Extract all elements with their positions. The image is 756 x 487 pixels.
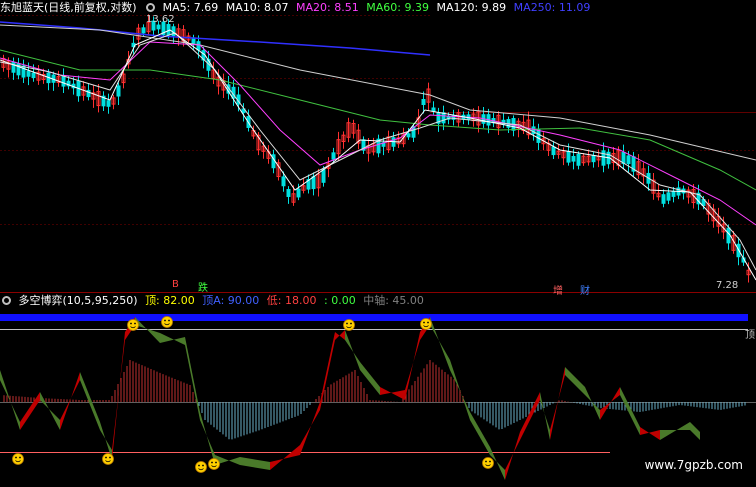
smiley-icon (12, 453, 24, 465)
marker-wealth: 财 (580, 286, 590, 297)
candle-body (406, 133, 411, 138)
ribbon-segment (335, 330, 345, 340)
smiley-icon (161, 316, 173, 328)
candle-body (666, 192, 671, 201)
ma250-legend: MA250: 11.09 (513, 1, 591, 14)
candle-body (31, 72, 36, 79)
top-a-band (0, 314, 748, 321)
candle-body (321, 169, 326, 183)
candlestick-series (1, 14, 751, 283)
oscillator-panel (0, 314, 756, 480)
smiley-icon (195, 461, 207, 473)
watermark: www.7gpzb.com (641, 457, 746, 473)
ribbon-segment (240, 457, 270, 470)
ribbon-segment (112, 332, 125, 460)
ribbon-segment (565, 367, 585, 395)
candle-body (431, 107, 436, 112)
marker-b: B (172, 279, 179, 290)
smiley-icon (420, 318, 432, 330)
ma250-line (0, 21, 431, 56)
candle-body (661, 194, 666, 204)
oscillator-legend: 多空博弈(10,5,95,250) 顶: 82.00 顶A: 90.00 低: … (0, 294, 428, 308)
candle-body (286, 189, 291, 197)
candle-body (116, 85, 121, 97)
top-a-legend: 顶A: 90.00 (202, 294, 260, 307)
ma120-legend: MA120: 9.89 (436, 1, 507, 14)
candle-body (726, 227, 731, 244)
candle-body (566, 150, 571, 163)
ma60-legend: MA60: 9.39 (366, 1, 429, 14)
ribbon-segment (20, 392, 40, 430)
stock-title[interactable]: 东旭蓝天(日线,前复权,对数) (0, 1, 137, 14)
candle-body (571, 155, 576, 162)
top-line-marker: 顶 (745, 330, 755, 341)
candle-body (441, 112, 446, 124)
ribbon-segment (540, 392, 550, 440)
ribbon-segment (505, 432, 520, 480)
candle-body (626, 155, 631, 165)
candle-body (621, 151, 626, 165)
candle-body (61, 75, 66, 87)
candle-body (576, 153, 581, 166)
ribbon-segment (160, 333, 185, 345)
ribbon-segment (640, 427, 660, 440)
ma10-legend: MA10: 8.07 (225, 1, 289, 14)
ribbon-segment (360, 362, 380, 395)
candle-body (141, 27, 146, 34)
smiley-icon (102, 453, 114, 465)
candle-body (196, 41, 201, 51)
ma20-legend: MA20: 8.51 (296, 1, 359, 14)
candle-body (11, 61, 16, 73)
ribbon-segment (380, 387, 405, 400)
smiley-icon (127, 319, 139, 331)
chart-canvas[interactable] (0, 0, 756, 487)
candle-body (311, 176, 316, 190)
ribbon-segment (270, 445, 300, 470)
marker-fall: 跌 (198, 283, 208, 294)
ribbon-segment (60, 372, 80, 430)
ribbon-segment (345, 330, 360, 370)
low-legend: 低: 18.00 (266, 294, 317, 307)
ribbon-segment (185, 337, 200, 420)
top-legend: 顶: 82.00 (145, 294, 195, 307)
candle-body (601, 150, 606, 166)
main-chart-legend: 东旭蓝天(日线,前复权,对数) MA5: 7.69 MA10: 8.07 MA2… (0, 1, 594, 15)
candle-body (156, 24, 161, 30)
smiley-icon (482, 457, 494, 469)
ribbon-segment (450, 360, 470, 420)
low-price-label: 7.28 (716, 280, 739, 291)
candle-body (281, 176, 286, 187)
ribbon-segment (550, 367, 565, 440)
ribbon-segment (600, 387, 620, 420)
zero-legend: : 0.00 (324, 294, 356, 307)
smiley-icon (343, 319, 355, 331)
marker-increase: 增 (553, 286, 563, 297)
candle-body (106, 100, 111, 107)
ribbon-segment (0, 370, 20, 430)
indicator-title[interactable]: 多空博弈(10,5,95,250) (19, 294, 138, 307)
gear-icon[interactable] (2, 296, 11, 305)
high-price-label: 13.62 (146, 14, 175, 25)
candle-body (296, 188, 301, 198)
candle-body (591, 155, 596, 163)
ribbon-segment (430, 317, 450, 370)
candle-body (331, 152, 336, 160)
ribbon-segment (690, 422, 700, 440)
axis-legend: 中轴: 45.00 (363, 294, 424, 307)
ribbon-segment (40, 392, 60, 430)
candle-body (421, 98, 426, 106)
ma5-legend: MA5: 7.69 (162, 1, 219, 14)
ribbon-segment (300, 402, 320, 455)
smiley-icon (208, 458, 220, 470)
gear-icon[interactable] (146, 3, 156, 12)
candle-body (671, 191, 676, 197)
candle-body (26, 70, 31, 77)
candle-body (551, 146, 556, 156)
ribbon-segment (660, 422, 690, 440)
